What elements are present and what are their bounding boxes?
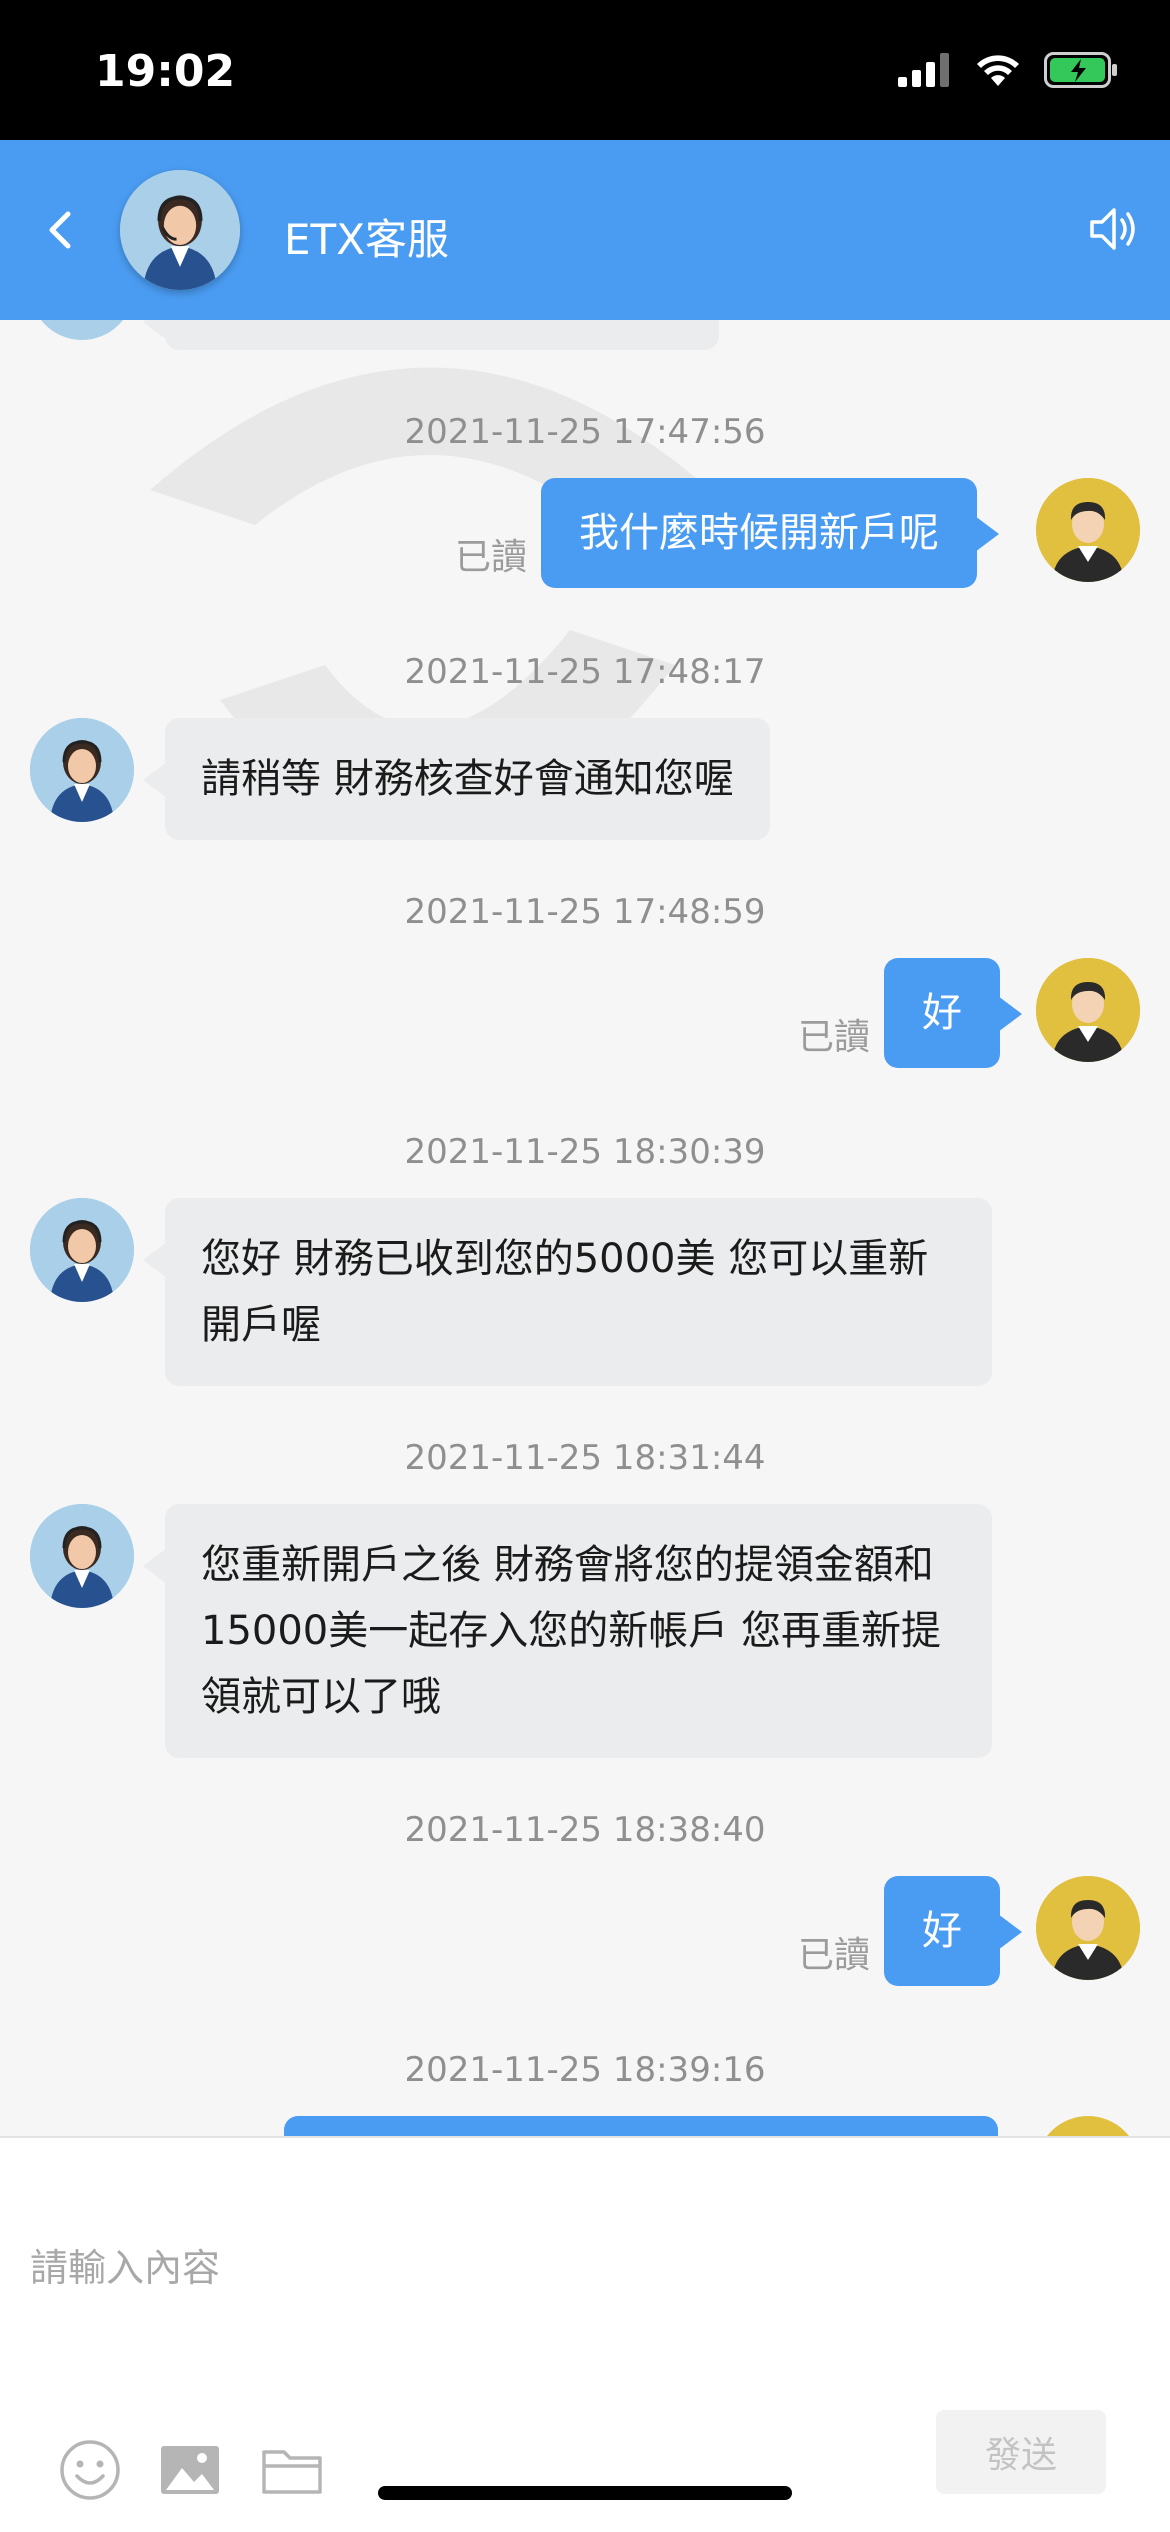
read-status: 已讀	[455, 537, 528, 578]
message-timestamp: 2021-11-25 18:39:16	[404, 2050, 766, 2090]
agent-avatar	[120, 170, 240, 290]
message-bubble-user: 我什麼時候開新戶呢	[541, 478, 999, 588]
home-indicator[interactable]	[378, 2486, 792, 2500]
user-avatar	[1036, 958, 1140, 1062]
status-time: 19:02	[95, 46, 236, 97]
battery-icon	[1044, 52, 1117, 88]
message-timestamp: 2021-11-25 17:48:59	[404, 892, 766, 932]
message-bubble-agent: 請稍等 財務核查好會通知您喔	[143, 718, 770, 840]
agent-avatar	[30, 718, 134, 822]
user-avatar	[1036, 2116, 1140, 2136]
speaker-icon[interactable]	[1084, 200, 1142, 258]
message-bubble-agent: 您重新開戶之後 財務會將您的提領金額和15000美一起存入您的新帳戶 您再重新提…	[143, 1504, 992, 1758]
read-status: 已讀	[798, 1017, 871, 1058]
chat-messages[interactable]: 2021-11-25 17:47:56 已讀 我什麼時候開新戶呢 2021-11…	[0, 320, 1170, 2136]
user-avatar	[1036, 478, 1140, 582]
message-bubble-user: 好	[884, 958, 1022, 1068]
agent-avatar	[30, 1198, 134, 1302]
message-bubble-agent: 您好 財務已收到您的5000美 您可以重新開戶喔	[143, 1198, 992, 1386]
message-bubble-user-partial	[284, 2116, 998, 2136]
signal-icon	[898, 53, 949, 87]
status-icons	[898, 52, 1118, 88]
message-composer: 發送	[0, 2136, 1170, 2532]
read-status: 已讀	[798, 1935, 871, 1976]
chat-header: ETX客服	[0, 140, 1170, 320]
wifi-icon	[977, 55, 1019, 86]
page-title: ETX客服	[284, 215, 449, 264]
message-bubble-user: 好	[884, 1876, 1022, 1986]
folder-icon[interactable]	[260, 2438, 324, 2502]
message-bubble-partial	[143, 320, 719, 350]
message-input[interactable]	[30, 2168, 1130, 2368]
message-timestamp: 2021-11-25 17:48:17	[404, 652, 766, 692]
agent-avatar	[30, 1504, 134, 1608]
message-timestamp: 2021-11-25 18:38:40	[404, 1810, 766, 1850]
user-avatar	[1036, 1876, 1140, 1980]
send-button[interactable]: 發送	[936, 2410, 1106, 2494]
message-timestamp: 2021-11-25 17:47:56	[404, 412, 766, 452]
message-timestamp: 2021-11-25 18:30:39	[404, 1132, 766, 1172]
back-icon[interactable]	[34, 202, 90, 258]
message-timestamp: 2021-11-25 18:31:44	[404, 1438, 766, 1478]
image-icon[interactable]	[158, 2438, 222, 2502]
status-bar: 19:02	[0, 0, 1170, 140]
emoji-icon[interactable]	[58, 2438, 122, 2502]
